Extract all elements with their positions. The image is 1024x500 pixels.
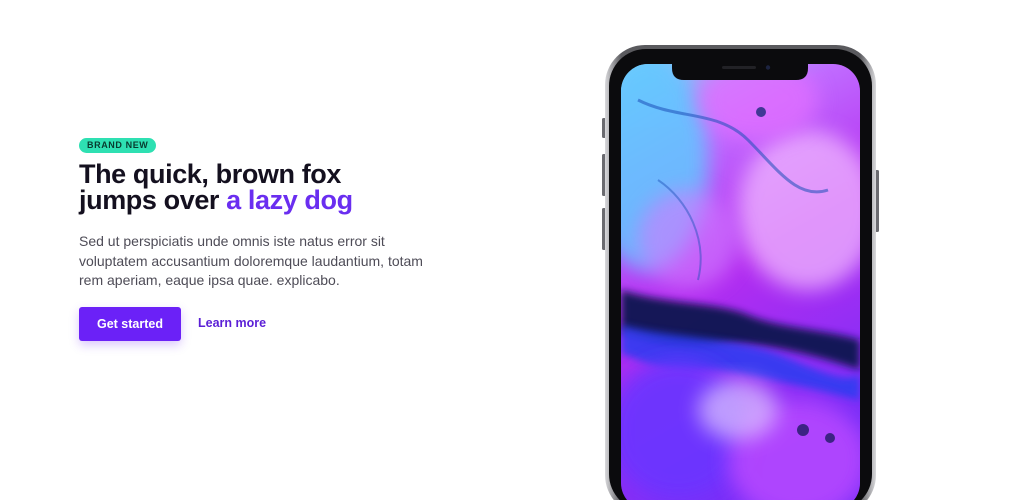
headline-line-2: jumps over (79, 185, 227, 215)
hero-headline: The quick, brown fox jumps over a lazy d… (79, 161, 439, 215)
hero-description: Sed ut perspiciatis unde omnis iste natu… (79, 233, 423, 288)
phone-mockup (598, 40, 883, 500)
get-started-button[interactable]: Get started (79, 307, 181, 341)
brand-new-badge: BRAND NEW (79, 138, 157, 153)
screen-wallpaper (621, 64, 860, 500)
headline-highlight: a lazy dog (226, 185, 353, 215)
front-camera-icon (765, 65, 771, 70)
hero-section: BRAND NEW The quick, brown fox jumps ove… (0, 0, 1024, 500)
learn-more-link[interactable]: Learn more (198, 316, 266, 330)
speaker-grille (722, 66, 756, 69)
phone-illustration (602, 45, 879, 500)
